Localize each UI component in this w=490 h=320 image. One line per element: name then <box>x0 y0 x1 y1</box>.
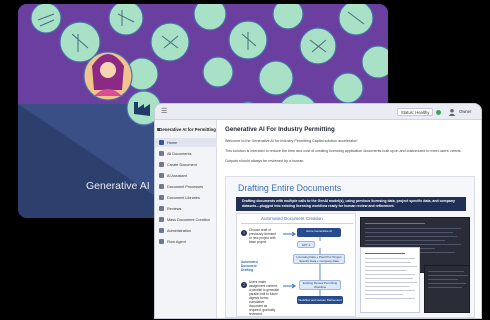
flow-box-gpt: GPT 4 <box>297 241 315 248</box>
step-text: Choose draft of previously licensed or n… <box>249 228 276 244</box>
workflow-panel: Automated Document Creation 1 Choose dra… <box>236 213 356 317</box>
panel-title: Automated Document Creation <box>261 216 323 221</box>
sidebar-item-label: Flow Agent <box>167 239 186 244</box>
assistant-icon <box>159 173 164 178</box>
sidebar-item-document-libraries[interactable]: Document Libraries <box>155 193 217 202</box>
flow-box-refinement: Workflow and Human Refinement <box>297 296 343 304</box>
welcome-text: Welcome to the Generative AI for Industr… <box>225 139 358 143</box>
slide-title: Drafting Entire Documents <box>238 183 342 193</box>
mass-create-icon <box>159 217 164 222</box>
sidebar-item-reviews[interactable]: Reviews <box>155 204 217 213</box>
disclaimer-text: Outputs should always be reviewed by a h… <box>225 159 305 163</box>
sidebar-item-document-processes[interactable]: Document Processes <box>155 182 217 191</box>
slide-banner-text: Drafting documents with multiple calls t… <box>242 198 455 208</box>
home-icon <box>159 140 164 145</box>
sidebar-item-label: Reviews <box>167 206 182 211</box>
sidebar-item-label: Document Processes <box>167 184 204 189</box>
chat-preview <box>424 265 470 313</box>
document-preview <box>360 247 420 313</box>
slide-banner: Drafting documents with multiple calls t… <box>236 197 466 211</box>
hamburger-icon[interactable]: ☰ <box>161 108 167 116</box>
user-icon[interactable] <box>448 108 456 116</box>
panel-divider <box>241 223 353 224</box>
step-text: Users make assignment content; a paralle… <box>249 280 279 316</box>
sidebar-item-home[interactable]: Home <box>155 138 217 147</box>
library-icon <box>159 195 164 200</box>
sidebar-item-label: All Documents <box>167 151 192 156</box>
status-badge: Status: Healthy <box>397 108 434 116</box>
sidebar-item-mass-document-creation[interactable]: Mass Document Creation <box>155 215 217 224</box>
side-label: Automated Document Drafting <box>241 260 258 272</box>
app-window: ☰ Status: Healthy Owner Generative AI fo… <box>155 104 481 318</box>
sidebar-item-label: Create Document <box>167 162 197 167</box>
feature-slide: Drafting Entire Documents Drafting docum… <box>225 176 475 318</box>
create-document-icon <box>159 162 164 167</box>
sidebar-item-all-documents[interactable]: All Documents <box>155 149 217 158</box>
status-indicator-icon <box>436 109 441 115</box>
step-number-badge: 2 <box>241 282 247 288</box>
sidebar-item-label: Document Libraries <box>167 195 200 200</box>
sidebar-item-label: Mass Document Creation <box>167 217 210 222</box>
sidebar: Generative AI for Permitting Home All Do… <box>155 120 217 318</box>
sidebar-item-flow-agent[interactable]: Flow Agent <box>155 237 217 246</box>
sidebar-item-administration[interactable]: Administration <box>155 226 217 235</box>
hero-title: Generative AI <box>86 180 150 192</box>
process-icon <box>159 184 164 189</box>
sidebar-item-label: Administration <box>167 228 192 233</box>
sidebar-header: Generative AI for Permitting <box>159 127 216 132</box>
main-content: Generative AI For Industry Permitting We… <box>219 120 481 318</box>
intro-text: This solution is intended to reduce the … <box>225 149 462 153</box>
agent-icon <box>159 239 164 244</box>
screenshot-stage: Generative AI ☰ Status: Healthy Owner Ge… <box>0 0 490 320</box>
sidebar-item-label: AI Assistant <box>167 173 187 178</box>
admin-icon <box>159 228 164 233</box>
page-title: Generative AI For Industry Permitting <box>225 126 335 133</box>
flow-connector <box>319 237 321 296</box>
top-bar: ☰ Status: Healthy Owner <box>155 104 481 120</box>
flow-arrows <box>283 231 296 289</box>
sidebar-item-ai-assistant[interactable]: AI Assistant <box>155 171 217 180</box>
sidebar-item-create-document[interactable]: Create Document <box>155 160 217 169</box>
sidebar-item-label: Home <box>167 140 178 145</box>
review-icon <box>159 206 164 211</box>
documents-icon <box>159 151 164 156</box>
flow-box-azure: Azure Generative AI <box>297 228 341 237</box>
step-number-badge: 1 <box>241 230 247 236</box>
user-name[interactable]: Owner <box>459 109 471 114</box>
